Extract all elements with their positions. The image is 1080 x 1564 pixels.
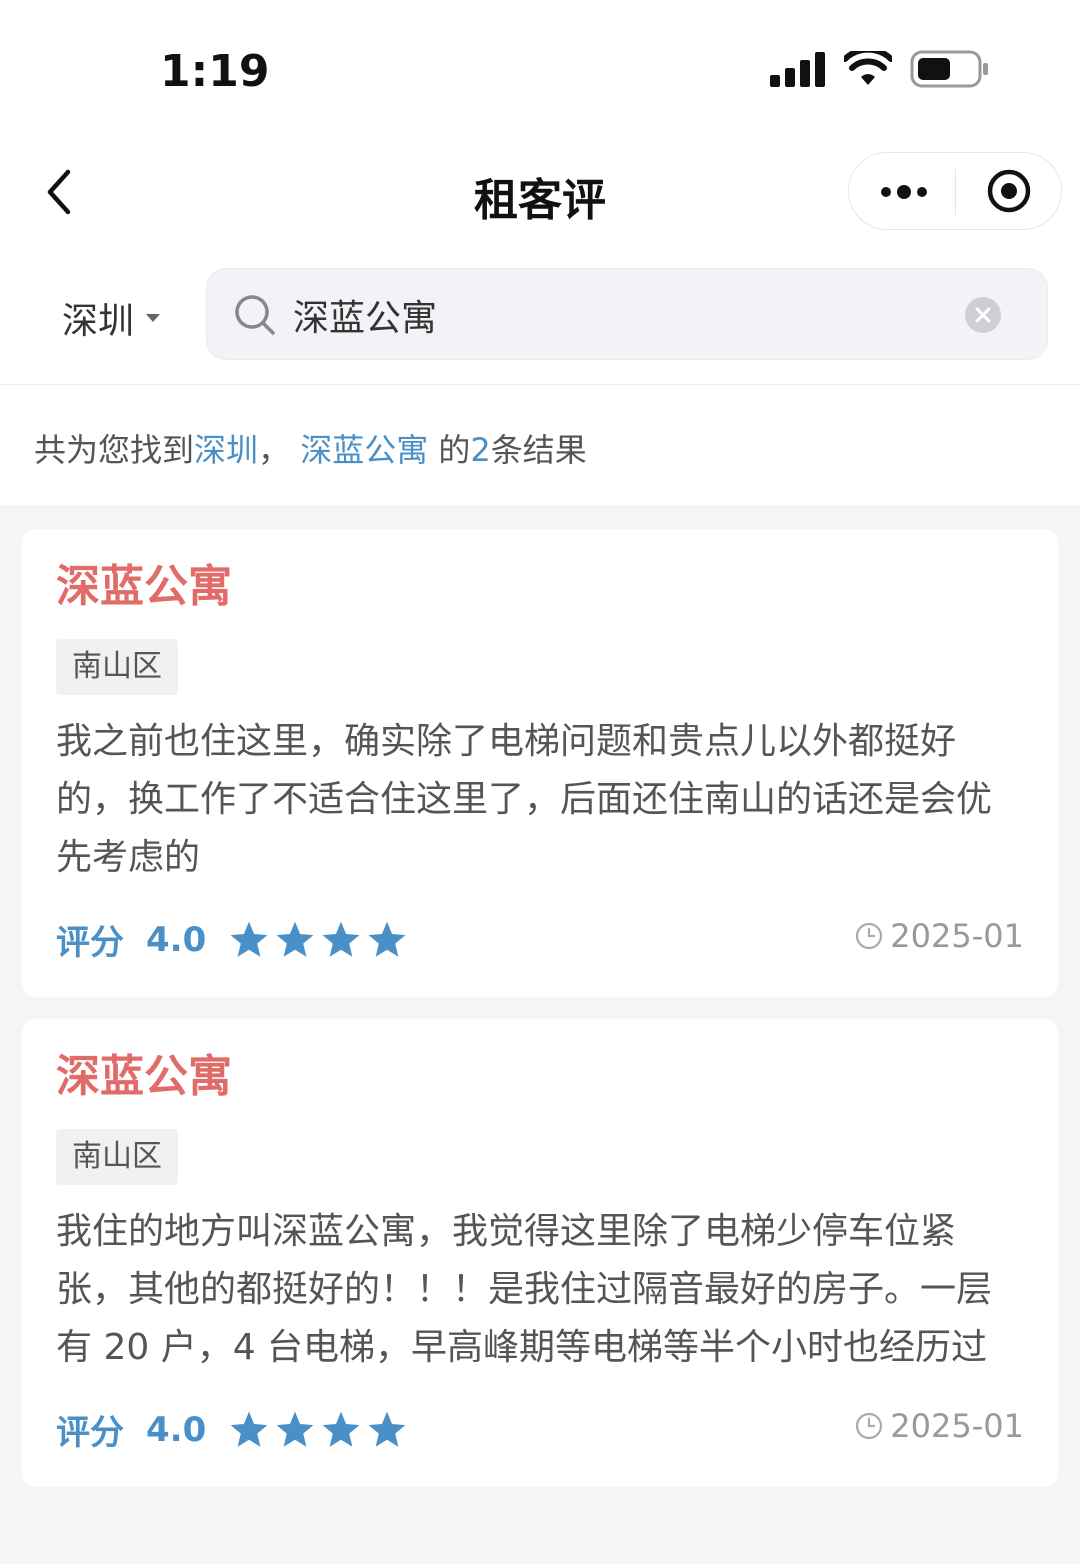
star-icon bbox=[230, 921, 268, 957]
status-time: 1:19 bbox=[160, 46, 270, 97]
search-box[interactable] bbox=[206, 268, 1048, 360]
clock-icon bbox=[856, 1412, 883, 1440]
star-icon bbox=[276, 1411, 314, 1447]
battery-icon bbox=[910, 50, 988, 88]
star-icon bbox=[276, 921, 314, 957]
district-tag: 南山区 bbox=[56, 1129, 178, 1185]
status-icons bbox=[770, 50, 990, 88]
close-mini-program-icon[interactable] bbox=[985, 167, 1033, 215]
capsule-divider bbox=[955, 169, 956, 215]
star-icon bbox=[368, 921, 406, 957]
city-label: 深圳 bbox=[62, 301, 135, 342]
review-card[interactable]: 深蓝公寓 南山区 我之前也住这里，确实除了电梯问题和贵点儿以外都挺好的，换工作了… bbox=[22, 529, 1058, 997]
mini-program-capsule bbox=[848, 152, 1062, 230]
clear-icon bbox=[975, 307, 991, 323]
navigation-bar: 租客评 bbox=[0, 150, 1080, 230]
city-selector[interactable]: 深圳 bbox=[62, 292, 161, 344]
rating: 评分 4.0 bbox=[56, 915, 408, 964]
search-row: 深圳 bbox=[0, 268, 1080, 360]
review-text: 我住的地方叫深蓝公寓，我觉得这里除了电梯少停车位紧张，其他的都挺好的！！！是我住… bbox=[56, 1211, 993, 1368]
star-icon bbox=[322, 921, 360, 957]
review-card[interactable]: 深蓝公寓 南山区 我住的地方叫深蓝公寓，我觉得这里除了电梯少停车位紧张，其他的都… bbox=[22, 1019, 1058, 1487]
header-area: 1:19 租客评 深圳 深蓝公寓 bbox=[0, 0, 1080, 385]
summary-suffix: 条结果 bbox=[490, 431, 587, 469]
district-tag: 南山区 bbox=[56, 639, 178, 695]
summary-keyword: 深蓝公寓 bbox=[300, 431, 429, 469]
search-input[interactable] bbox=[293, 285, 933, 345]
rating-stars bbox=[228, 1409, 408, 1451]
status-bar: 1:19 bbox=[0, 0, 1080, 140]
wifi-icon bbox=[844, 51, 892, 85]
search-icon bbox=[235, 295, 275, 335]
clock-icon bbox=[856, 922, 883, 950]
summary-prefix: 共为您找到 bbox=[34, 431, 195, 469]
summary-count: 2 bbox=[470, 431, 491, 469]
summary-mid: 的 bbox=[438, 431, 471, 469]
review-meta: 评分 4.0 2025-01 bbox=[56, 911, 1024, 971]
result-summary: 共为您找到深圳， 深蓝公寓 的2条结果 bbox=[0, 385, 1080, 505]
rating: 评分 4.0 bbox=[56, 1405, 408, 1454]
rating-stars bbox=[228, 919, 408, 961]
review-date-text: 2025-01 bbox=[890, 1407, 1024, 1445]
summary-sep: ， bbox=[258, 431, 291, 469]
star-icon bbox=[322, 1411, 360, 1447]
rating-value: 4.0 bbox=[146, 1409, 207, 1450]
clear-search-button[interactable] bbox=[965, 297, 1001, 333]
rating-label: 评分 bbox=[56, 923, 124, 963]
more-icon[interactable] bbox=[879, 177, 929, 207]
cellular-signal-icon bbox=[770, 52, 825, 87]
review-date: 2025-01 bbox=[854, 1407, 1024, 1445]
review-meta: 评分 4.0 2025-01 bbox=[56, 1401, 1024, 1461]
apartment-name: 深蓝公寓 bbox=[56, 561, 232, 612]
summary-city: 深圳 bbox=[194, 431, 259, 469]
star-icon bbox=[368, 1411, 406, 1447]
caret-down-icon bbox=[146, 314, 161, 322]
review-date-text: 2025-01 bbox=[890, 917, 1024, 955]
review-text: 我之前也住这里，确实除了电梯问题和贵点儿以外都挺好的，换工作了不适合住这里了，后… bbox=[56, 721, 993, 878]
review-date: 2025-01 bbox=[854, 917, 1024, 955]
review-list: 深蓝公寓 南山区 我之前也住这里，确实除了电梯问题和贵点儿以外都挺好的，换工作了… bbox=[0, 505, 1080, 1487]
rating-label: 评分 bbox=[56, 1413, 124, 1453]
apartment-name: 深蓝公寓 bbox=[56, 1051, 232, 1102]
star-icon bbox=[230, 1411, 268, 1447]
rating-value: 4.0 bbox=[146, 919, 207, 960]
